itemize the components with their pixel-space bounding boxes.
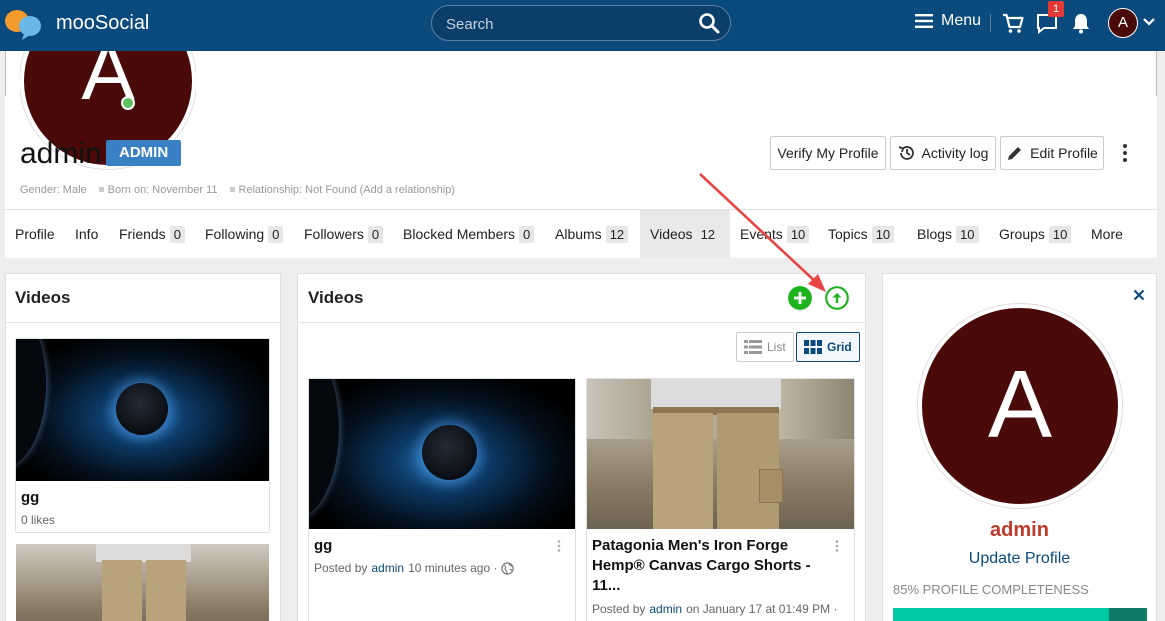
left-video-title[interactable]: gg <box>21 489 39 506</box>
video-thumbnail[interactable] <box>309 379 575 529</box>
profile-meta: Gender: Male Born on: November 11 Relati… <box>20 184 455 196</box>
tab-blogs[interactable]: Blogs 10 <box>917 210 979 258</box>
grid-view-button[interactable]: Grid <box>796 332 860 362</box>
search-icon[interactable] <box>698 12 720 34</box>
grid-icon <box>804 340 822 354</box>
video-options-icon[interactable] <box>557 540 561 552</box>
video-options-icon[interactable] <box>835 540 839 552</box>
notification-count-badge[interactable]: 1 <box>1048 1 1064 17</box>
close-icon[interactable] <box>1133 289 1145 301</box>
tab-info[interactable]: Info <box>75 210 98 258</box>
completeness-user-name[interactable]: admin <box>882 519 1157 542</box>
brand-name[interactable]: mooSocial <box>56 12 149 35</box>
verify-profile-label: Verify My Profile <box>777 145 879 161</box>
tab-friends[interactable]: Friends 0 <box>119 210 185 258</box>
video-title[interactable]: Patagonia Men's Iron Forge Hemp® Canvas … <box>592 536 832 596</box>
main-panel-title: Videos <box>308 288 364 307</box>
search-box[interactable] <box>431 5 731 41</box>
add-video-button[interactable] <box>788 286 812 310</box>
separator <box>990 14 991 32</box>
verify-profile-button[interactable]: Verify My Profile <box>770 136 886 170</box>
hamburger-icon <box>915 14 933 28</box>
top-navbar: mooSocial Menu 1 A <box>0 0 1165 51</box>
search-input[interactable] <box>446 14 686 34</box>
gender-text: Gender: Male <box>20 184 87 196</box>
divider <box>297 322 866 323</box>
edit-profile-button[interactable]: Edit Profile <box>1000 136 1104 170</box>
tab-events[interactable]: Events 10 <box>740 210 810 258</box>
chevron-down-icon[interactable] <box>1142 15 1156 29</box>
video-title[interactable]: gg <box>314 537 332 554</box>
activity-log-button[interactable]: Activity log <box>890 136 996 170</box>
history-icon <box>898 146 914 160</box>
video-meta: Posted by admin on January 17 at 01:49 P… <box>592 602 838 616</box>
profile-tabs: Profile Info Friends 0 Following 0 Followe… <box>5 209 1157 258</box>
menu-button[interactable]: Menu <box>915 12 981 30</box>
tab-followers[interactable]: Followers 0 <box>304 210 384 258</box>
profile-completeness-bar <box>893 608 1147 621</box>
list-view-button[interactable]: List <box>736 332 794 362</box>
edit-profile-label: Edit Profile <box>1030 145 1098 161</box>
relationship-text[interactable]: Relationship: Not Found (Add a relations… <box>239 184 455 196</box>
grid-view-label: Grid <box>827 340 852 354</box>
tab-more[interactable]: More <box>1091 210 1123 258</box>
list-icon <box>744 340 762 354</box>
online-status-dot <box>121 96 135 110</box>
video-thumbnail[interactable] <box>587 379 854 529</box>
divider <box>5 322 281 323</box>
menu-label: Menu <box>941 12 982 29</box>
profile-name: admin <box>20 137 102 170</box>
birthday-text: Born on: November 11 <box>107 184 218 196</box>
activity-log-label: Activity log <box>921 145 989 161</box>
more-options-icon[interactable] <box>1117 143 1133 163</box>
author-link[interactable]: admin <box>649 602 682 616</box>
author-link[interactable]: admin <box>371 561 404 575</box>
tab-groups[interactable]: Groups 10 <box>999 210 1072 258</box>
tab-albums[interactable]: Albums 12 <box>555 210 629 258</box>
tab-videos[interactable]: Videos 12 <box>640 210 730 258</box>
profile-completeness-text: 85% PROFILE COMPLETENESS <box>893 582 1089 597</box>
update-profile-link[interactable]: Update Profile <box>882 550 1157 568</box>
user-avatar[interactable]: A <box>1108 8 1138 38</box>
moosocial-logo-icon[interactable] <box>4 8 42 40</box>
tab-blocked-members[interactable]: Blocked Members 0 <box>403 210 535 258</box>
tab-profile[interactable]: Profile <box>15 210 55 258</box>
left-video-likes: 0 likes <box>21 513 56 527</box>
list-view-label: List <box>767 340 786 354</box>
upload-video-button[interactable] <box>825 286 849 310</box>
bell-icon[interactable] <box>1070 12 1092 34</box>
pencil-icon <box>1008 147 1022 160</box>
video-meta: Posted by admin 10 minutes ago · <box>314 561 515 575</box>
video-thumbnail[interactable] <box>16 339 269 481</box>
globe-icon <box>501 561 515 575</box>
completeness-avatar[interactable]: A <box>918 304 1122 508</box>
tab-topics[interactable]: Topics 10 <box>828 210 895 258</box>
video-thumbnail[interactable] <box>16 544 269 621</box>
cart-icon[interactable] <box>1002 12 1024 34</box>
profile-completeness-fill <box>893 608 1109 621</box>
tab-following[interactable]: Following 0 <box>205 210 284 258</box>
left-panel-title: Videos <box>15 288 71 307</box>
admin-role-badge: ADMIN <box>106 140 182 166</box>
